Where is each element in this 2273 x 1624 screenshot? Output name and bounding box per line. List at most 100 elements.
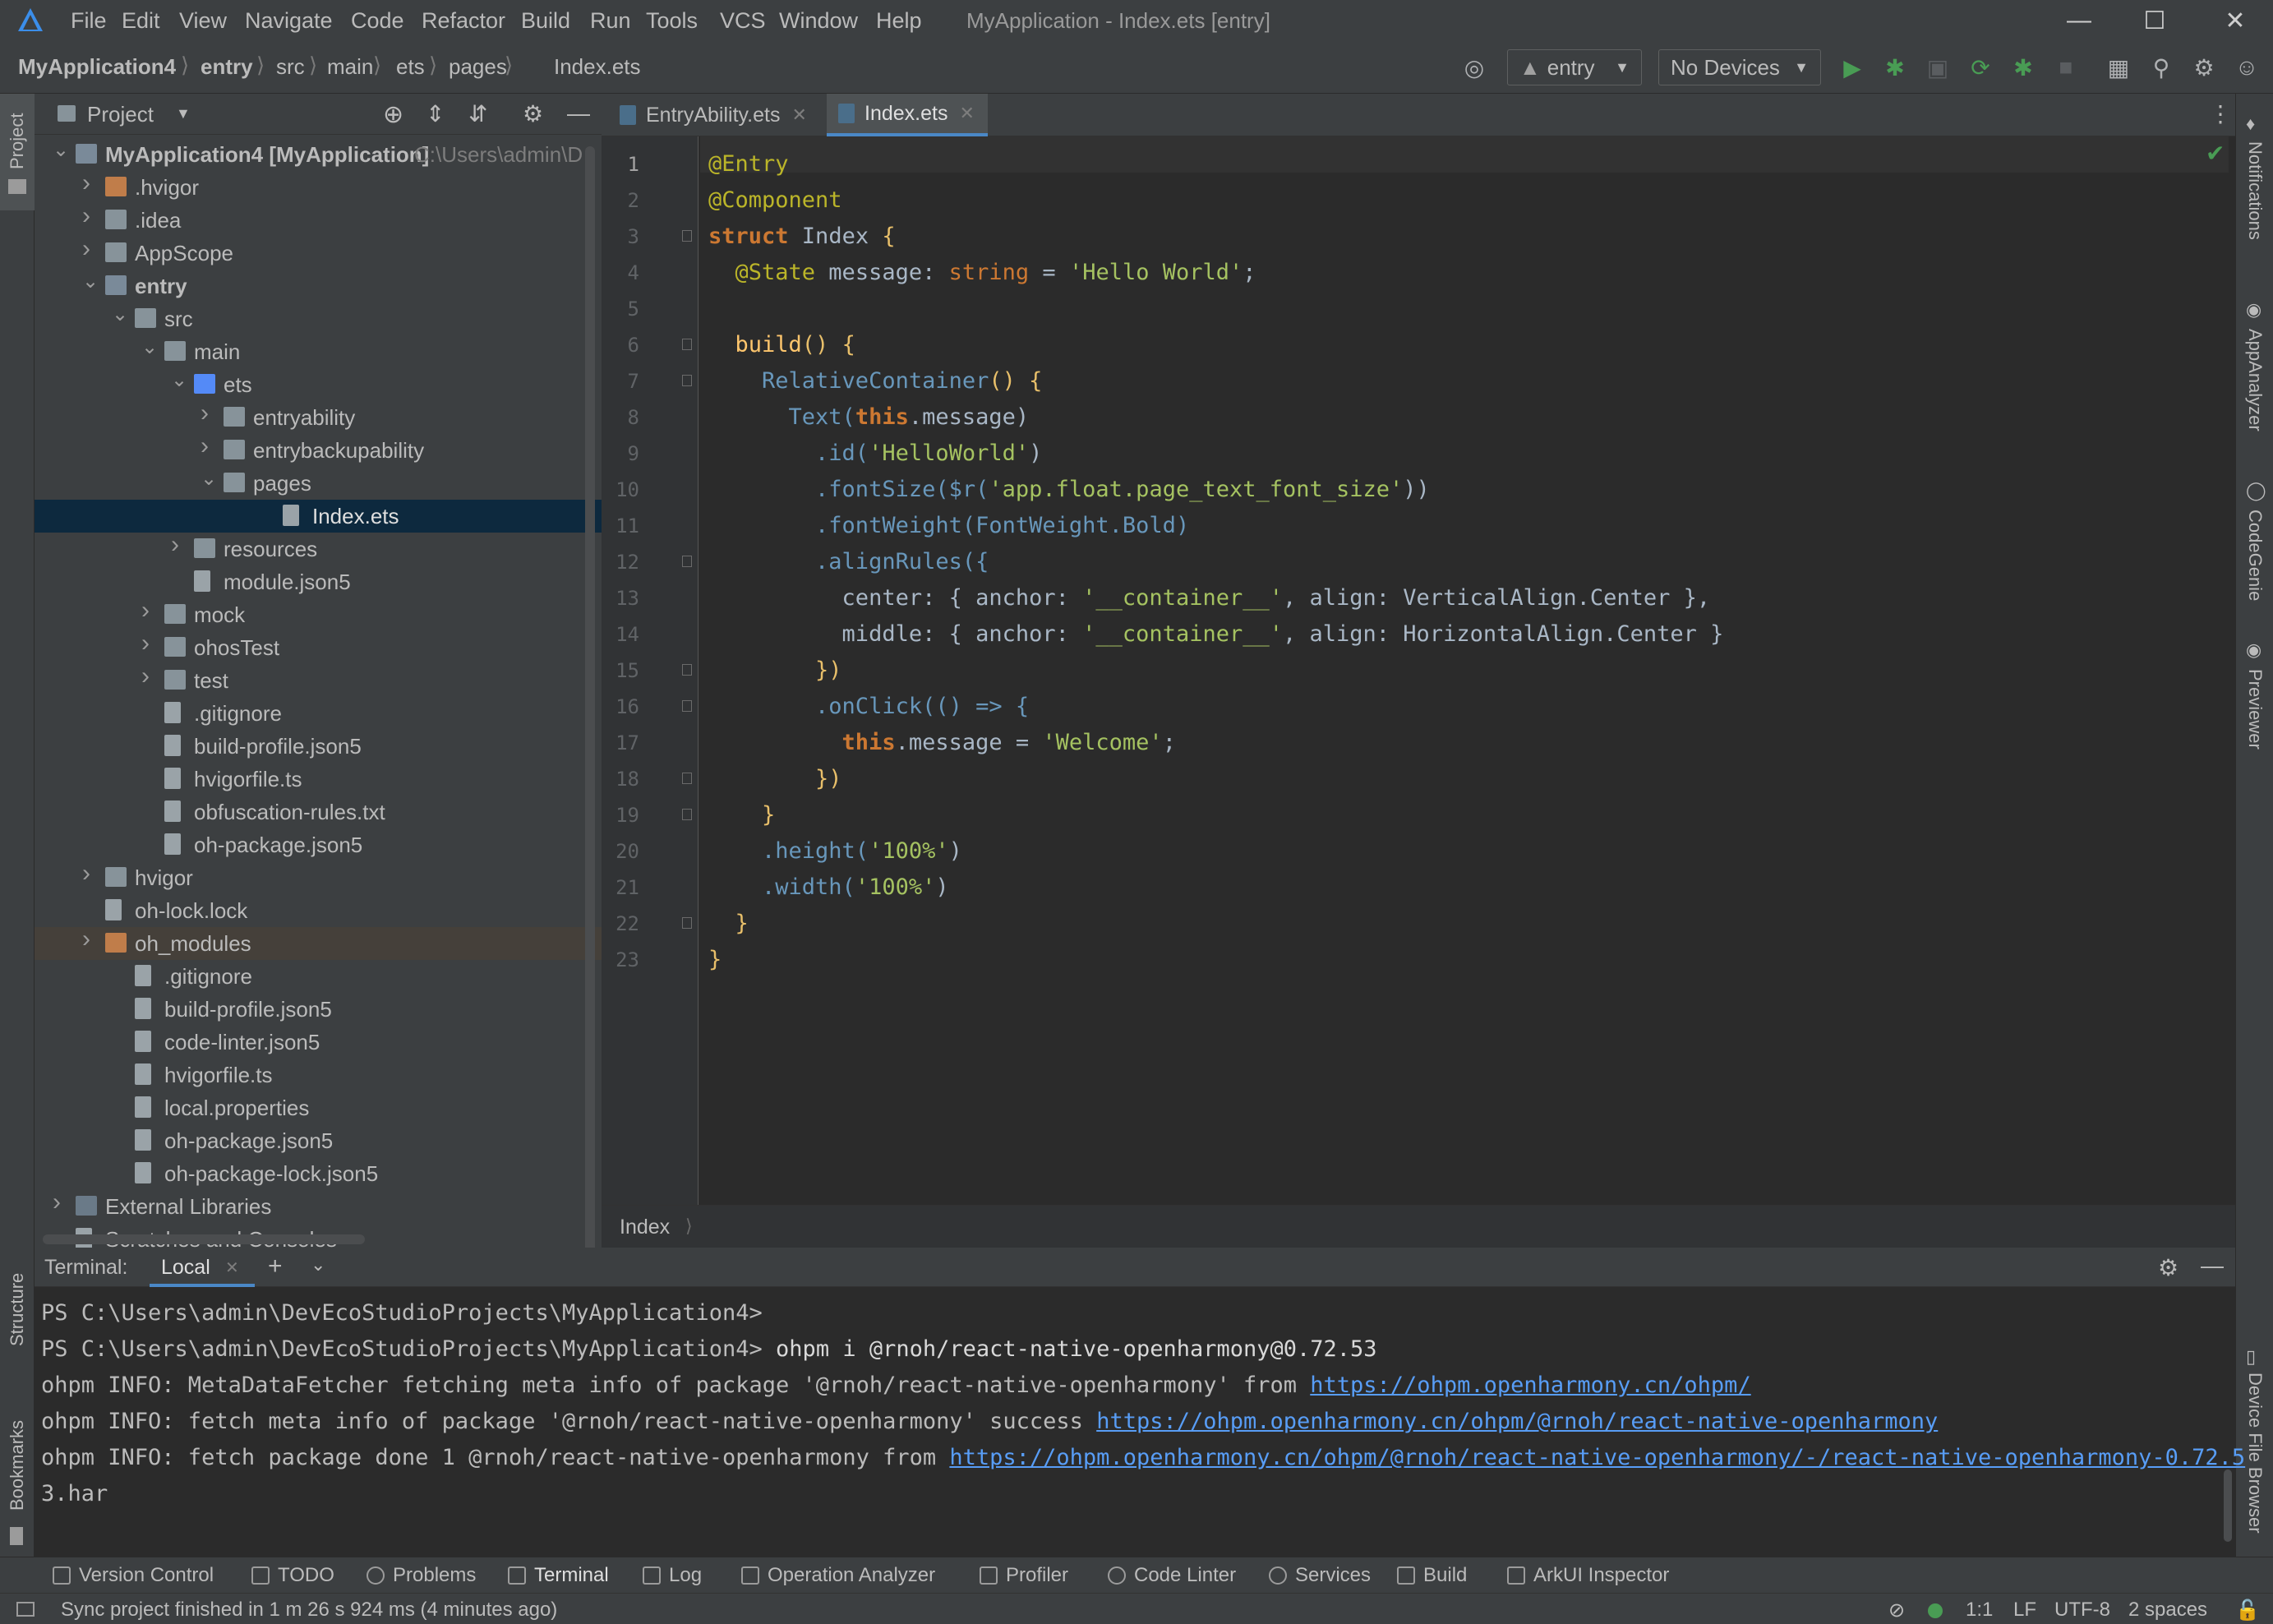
tree-item-idea[interactable]: › .idea (35, 202, 602, 237)
tree-item-oh-package-json5[interactable]: oh-package.json5 (35, 828, 602, 861)
more-tabs-icon[interactable]: ⋮ (2209, 100, 2232, 127)
tree-item-appscope[interactable]: › AppScope (35, 235, 602, 270)
appanalyzer-tool-button[interactable]: ◉ AppAnalyzer (2236, 288, 2273, 452)
chevron-right-icon[interactable]: › (171, 531, 179, 559)
menu-tools[interactable]: Tools (646, 8, 698, 34)
tree-item-oh-lock-lock[interactable]: oh-lock.lock (35, 894, 602, 927)
menu-refactor[interactable]: Refactor (422, 8, 505, 34)
tree-item-src[interactable]: ⌄ src (35, 302, 602, 335)
tool-operation-analyzer[interactable]: Operation Analyzer (741, 1564, 935, 1587)
tool-build[interactable]: Build (1397, 1564, 1467, 1587)
project-view-selector[interactable]: Project (87, 102, 154, 127)
tree-item-build-profile-json5[interactable]: build-profile.json5 (35, 993, 602, 1026)
device-selector[interactable]: No Devices ▼ (1658, 49, 1821, 85)
breadcrumb-ets[interactable]: ets (396, 54, 425, 80)
tree-hscrollbar[interactable] (43, 1234, 365, 1244)
terminal-link[interactable]: https://ohpm.openharmony.cn/ohpm/ (1310, 1373, 1750, 1398)
project-structure-icon[interactable]: ▦ (2104, 53, 2133, 82)
breadcrumb-entry[interactable]: entry (201, 54, 253, 80)
inspection-ok-icon[interactable]: ✔ (2206, 140, 2225, 167)
tab-index[interactable]: Index.ets ✕ (827, 94, 988, 136)
hide-icon[interactable]: — (567, 100, 590, 127)
terminal-link[interactable]: https://ohpm.openharmony.cn/ohpm/@rnoh/r… (949, 1445, 2245, 1470)
tree-item-oh-package-lock-json5[interactable]: oh-package-lock.json5 (35, 1157, 602, 1190)
attach-debugger-icon[interactable]: ▣ (1923, 53, 1953, 82)
chevron-right-icon[interactable]: › (201, 399, 209, 427)
expand-all-icon[interactable]: ⇕ (426, 100, 445, 127)
close-window-button[interactable]: ✕ (2197, 0, 2273, 41)
settings-icon[interactable]: ⚙ (2189, 53, 2219, 82)
tree-item-gitignore[interactable]: .gitignore (35, 960, 602, 993)
chevron-down-icon[interactable]: ⌄ (171, 368, 187, 392)
menu-run[interactable]: Run (590, 8, 631, 34)
menu-navigate[interactable]: Navigate (245, 8, 333, 34)
menu-edit[interactable]: Edit (122, 8, 160, 34)
menu-file[interactable]: File (71, 8, 107, 34)
tree-item-pages[interactable]: ⌄ pages (35, 467, 602, 500)
tool-services[interactable]: Services (1269, 1564, 1371, 1587)
breadcrumb-project[interactable]: MyApplication4 (18, 54, 176, 80)
toggle-tool-windows-icon[interactable] (16, 1602, 35, 1617)
chevron-down-icon[interactable]: ⌄ (201, 467, 217, 491)
tree-item-entrybackupability[interactable]: › entrybackupability (35, 432, 602, 467)
minimize-button[interactable]: — (2041, 0, 2117, 41)
code-editor[interactable]: @Entry @Component struct Index { @State … (602, 136, 2235, 1205)
chevron-right-icon[interactable]: › (141, 597, 150, 625)
tab-entryability[interactable]: EntryAbility.ets ✕ (608, 94, 825, 136)
terminal-scrollbar[interactable] (2224, 1469, 2232, 1542)
tree-item-external-libraries[interactable]: › External Libraries (35, 1188, 602, 1223)
breadcrumb-pages[interactable]: pages (449, 54, 507, 80)
debug-icon[interactable]: ✱ (1880, 53, 1910, 82)
terminal-tab-local[interactable]: Local ✕ (150, 1248, 255, 1287)
tree-item-obfuscation-rules-txt[interactable]: obfuscation-rules.txt (35, 796, 602, 828)
bookmarks-tool-button[interactable]: Bookmarks (0, 1404, 35, 1552)
gear-icon[interactable]: ⚙ (2158, 1254, 2178, 1281)
tree-item-local-properties[interactable]: local.properties (35, 1091, 602, 1124)
chevron-down-icon[interactable]: ⌄ (311, 1254, 325, 1276)
chevron-right-icon[interactable]: › (82, 169, 90, 197)
tree-item-module-json5[interactable]: module.json5 (35, 565, 602, 598)
codegenie-tool-button[interactable]: ◯ CodeGenie (2236, 468, 2273, 633)
chevron-right-icon[interactable]: › (82, 235, 90, 263)
profile-icon[interactable]: ✱ (2008, 53, 2038, 82)
menu-help[interactable]: Help (876, 8, 922, 34)
rerun-icon[interactable]: ⟳ (1966, 53, 1995, 82)
status-indicator-icon[interactable] (1928, 1603, 1943, 1618)
tree-item-ohostest[interactable]: › ohosTest (35, 630, 602, 664)
chevron-right-icon[interactable]: › (201, 432, 209, 460)
chevron-down-icon[interactable]: ⌄ (53, 138, 69, 162)
module-selector[interactable]: ▲ entry ▼ (1507, 49, 1642, 85)
tree-item-oh-package-json5[interactable]: oh-package.json5 (35, 1124, 602, 1157)
collapse-all-icon[interactable]: ⇵ (468, 100, 487, 127)
tree-item-mock[interactable]: › mock (35, 597, 602, 631)
tool-problems[interactable]: Problems (367, 1564, 476, 1587)
hide-icon[interactable]: — (2201, 1253, 2224, 1279)
tool-code-linter[interactable]: Code Linter (1108, 1564, 1236, 1587)
close-tab-icon[interactable]: ✕ (791, 104, 806, 126)
lock-icon[interactable]: 🔓 (2235, 1599, 2260, 1622)
stop-icon[interactable]: ■ (2051, 53, 2081, 82)
chevron-right-icon[interactable]: › (82, 860, 90, 888)
line-ending[interactable]: LF (2013, 1599, 2036, 1622)
chevron-down-icon[interactable]: ▼ (176, 105, 191, 122)
tree-item-entryability[interactable]: › entryability (35, 399, 602, 434)
tree-scrollbar[interactable] (585, 146, 595, 1264)
tree-item-build-profile-json5[interactable]: build-profile.json5 (35, 730, 602, 763)
add-terminal-icon[interactable]: + (268, 1253, 283, 1280)
chevron-down-icon[interactable]: ⌄ (82, 270, 99, 293)
tree-item-oh-modules[interactable]: › oh_modules (35, 925, 602, 960)
structure-tool-button[interactable]: Structure (0, 1244, 35, 1376)
tree-item-ets[interactable]: ⌄ ets (35, 368, 602, 401)
terminal-link[interactable]: https://ohpm.openharmony.cn/ohpm/@rnoh/r… (1096, 1409, 1938, 1434)
tool-todo[interactable]: TODO (251, 1564, 334, 1587)
menu-window[interactable]: Window (779, 8, 858, 34)
tree-item-resources[interactable]: › resources (35, 531, 602, 565)
tool-log[interactable]: Log (643, 1564, 702, 1587)
account-icon[interactable]: ☺ (2232, 53, 2261, 82)
editor-breadcrumb[interactable]: Index (620, 1216, 670, 1239)
indent-setting[interactable]: 2 spaces (2128, 1599, 2207, 1622)
menu-build[interactable]: Build (521, 8, 570, 34)
chevron-right-icon[interactable]: › (53, 1188, 61, 1216)
chevron-down-icon[interactable]: ⌄ (141, 335, 158, 359)
tree-item-main[interactable]: ⌄ main (35, 335, 602, 368)
